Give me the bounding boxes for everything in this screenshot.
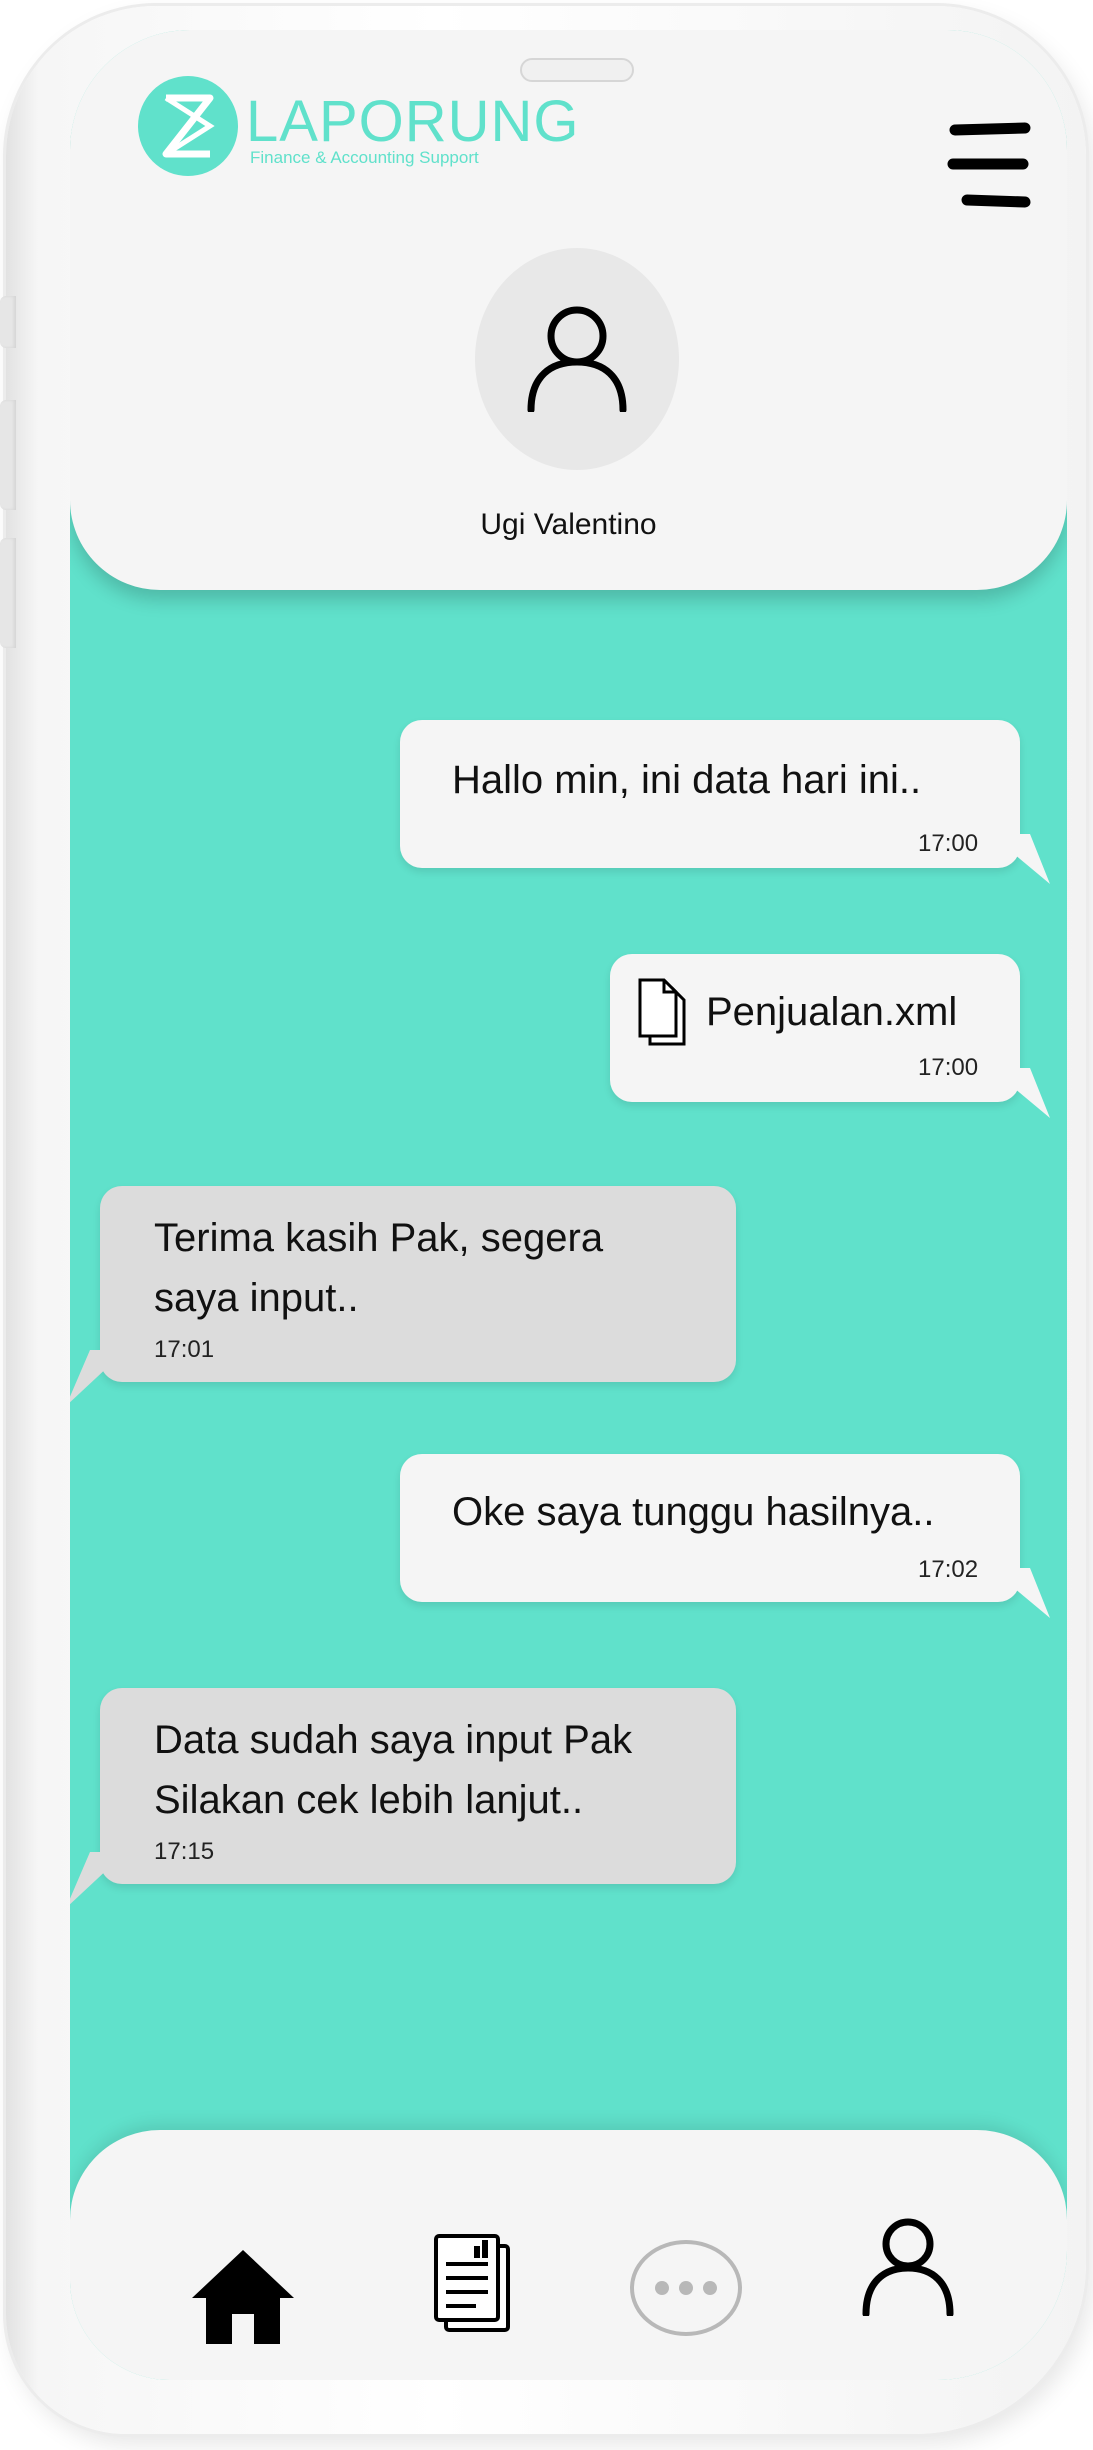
chat-header: LAPORUNG Finance & Accounting Support Ug… <box>70 30 1067 590</box>
brand-tagline: Finance & Accounting Support <box>250 148 479 167</box>
message-text: Oke saya tunggu hasilnya.. <box>452 1490 935 1534</box>
nav-reports[interactable] <box>430 2230 512 2339</box>
bubble-tail <box>990 834 1050 884</box>
message-time: 17:00 <box>918 1054 979 1081</box>
user-icon <box>527 306 627 412</box>
bubble-tail <box>70 1852 126 1905</box>
phone-side-button-3 <box>0 538 16 648</box>
contact-name: Ugi Valentino <box>480 508 657 541</box>
nav-home[interactable] <box>190 2246 296 2351</box>
phone-side-button-1 <box>0 296 16 348</box>
message-time: 17:01 <box>154 1336 215 1363</box>
brand-name: LAPORUNG <box>246 89 580 154</box>
chat-thread: Hallo min, ini data hari ini.. 17:00 Pen… <box>70 590 1067 2150</box>
nav-chat[interactable] <box>628 2238 744 2343</box>
hamburger-menu-icon[interactable] <box>945 118 1035 228</box>
bubble-tail <box>990 1568 1050 1618</box>
profile-icon <box>862 2218 954 2318</box>
document-icon <box>638 978 686 1046</box>
message-line: Silakan cek lebih lanjut.. <box>154 1778 584 1822</box>
speaker-notch <box>520 58 634 82</box>
report-document-icon <box>434 2234 510 2332</box>
app-screen: LAPORUNG Finance & Accounting Support Ug… <box>70 30 1067 2380</box>
message-line: Data sudah saya input Pak <box>154 1718 633 1762</box>
phone-side-button-2 <box>0 400 16 510</box>
bubble-tail <box>70 1350 126 1403</box>
message-time: 17:02 <box>918 1556 979 1583</box>
message-text: Hallo min, ini data hari ini.. <box>452 758 922 802</box>
message-time: 17:00 <box>918 830 979 857</box>
bubble-tail <box>990 1068 1050 1118</box>
brand-logo-icon <box>138 76 238 176</box>
message-line: saya input.. <box>154 1276 359 1320</box>
chat-bubble-icon <box>630 2240 742 2336</box>
message-line: Terima kasih Pak, segera <box>154 1216 604 1260</box>
contact-avatar[interactable] <box>475 248 679 470</box>
bottom-navigation <box>70 2130 1067 2380</box>
file-name: Penjualan.xml <box>706 990 958 1034</box>
message-time: 17:15 <box>154 1838 215 1865</box>
nav-profile[interactable] <box>860 2216 956 2321</box>
home-icon <box>192 2250 294 2344</box>
